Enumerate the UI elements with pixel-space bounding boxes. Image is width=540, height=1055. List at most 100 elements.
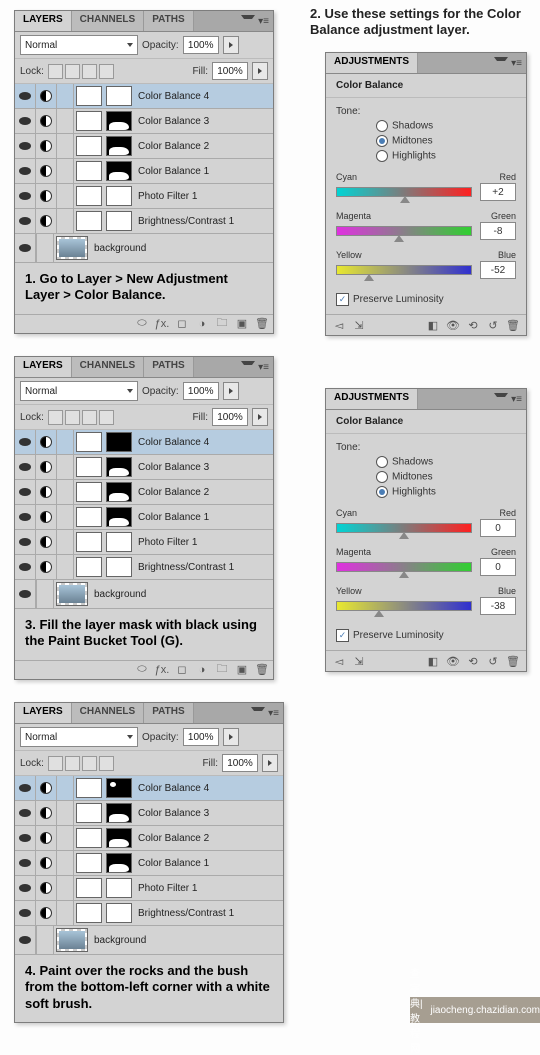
layer-row[interactable]: Color Balance 4: [15, 84, 273, 109]
cyan-red-slider[interactable]: [336, 187, 472, 197]
layer-row[interactable]: Color Balance 2: [15, 134, 273, 159]
opacity-flyout-button[interactable]: [223, 382, 239, 400]
delete-layer-icon[interactable]: 🗑: [255, 317, 269, 331]
visibility-icon[interactable]: [15, 901, 36, 925]
radio-shadows-label[interactable]: Shadows: [392, 457, 433, 468]
back-icon[interactable]: ◅: [332, 654, 346, 668]
layer-name[interactable]: Brightness/Contrast 1: [134, 562, 234, 573]
yellow-blue-value[interactable]: -38: [480, 597, 516, 615]
layer-name[interactable]: Color Balance 1: [134, 512, 209, 523]
visibility-icon[interactable]: [15, 134, 36, 158]
radio-highlights-label[interactable]: Highlights: [392, 151, 436, 162]
radio-shadows[interactable]: [376, 456, 388, 468]
layer-name[interactable]: Color Balance 2: [134, 487, 209, 498]
fill-input[interactable]: 100%: [212, 62, 248, 80]
adj-thumb[interactable]: [76, 211, 102, 231]
visibility-icon[interactable]: [15, 826, 36, 850]
link-layers-icon[interactable]: ⬭: [135, 317, 149, 331]
clip-icon[interactable]: ◧: [426, 654, 440, 668]
layer-row[interactable]: Color Balance 3: [15, 109, 273, 134]
mask-thumb[interactable]: [106, 186, 132, 206]
radio-midtones[interactable]: [376, 135, 388, 147]
reset-icon[interactable]: ↺: [486, 654, 500, 668]
layer-thumb[interactable]: [56, 928, 88, 952]
layer-mask-icon[interactable]: ◻: [175, 317, 189, 331]
tab-channels[interactable]: CHANNELS: [72, 703, 145, 723]
fill-input[interactable]: 100%: [222, 754, 258, 772]
slider-handle-icon[interactable]: [374, 610, 384, 617]
collapse-icon[interactable]: [494, 57, 508, 69]
magenta-green-value[interactable]: -8: [480, 222, 516, 240]
layer-name[interactable]: Color Balance 3: [134, 462, 209, 473]
layer-name[interactable]: background: [90, 935, 146, 946]
new-layer-icon[interactable]: ▣: [235, 317, 249, 331]
visibility-icon[interactable]: [15, 801, 36, 825]
layer-name[interactable]: Color Balance 3: [134, 808, 209, 819]
mask-thumb[interactable]: [106, 136, 132, 156]
radio-highlights-label[interactable]: Highlights: [392, 487, 436, 498]
adj-thumb[interactable]: [76, 111, 102, 131]
visibility-icon[interactable]: [15, 209, 36, 233]
adj-thumb[interactable]: [76, 803, 102, 823]
layer-name[interactable]: Color Balance 3: [134, 116, 209, 127]
lock-transparency-icon[interactable]: [48, 410, 63, 425]
layer-row[interactable]: Photo Filter 1: [15, 530, 273, 555]
layer-row[interactable]: Color Balance 2: [15, 480, 273, 505]
lock-pixels-icon[interactable]: [65, 756, 80, 771]
tab-adjustments[interactable]: ADJUSTMENTS: [326, 389, 418, 409]
previous-icon[interactable]: ⟲: [466, 318, 480, 332]
tab-paths[interactable]: PATHS: [144, 357, 193, 377]
tab-layers[interactable]: LAYERS: [15, 357, 72, 377]
view-icon[interactable]: 👁: [446, 318, 460, 332]
cyan-red-value[interactable]: 0: [480, 519, 516, 537]
layer-name[interactable]: background: [90, 243, 146, 254]
yellow-blue-value[interactable]: -52: [480, 261, 516, 279]
yellow-blue-slider[interactable]: [336, 265, 472, 275]
visibility-icon[interactable]: [15, 530, 36, 554]
visibility-icon[interactable]: [15, 455, 36, 479]
magenta-green-value[interactable]: 0: [480, 558, 516, 576]
layer-name[interactable]: Brightness/Contrast 1: [134, 908, 234, 919]
blend-mode-dropdown[interactable]: Normal: [20, 381, 138, 401]
view-icon[interactable]: 👁: [446, 654, 460, 668]
opacity-input[interactable]: 100%: [183, 382, 219, 400]
layer-name[interactable]: Color Balance 2: [134, 833, 209, 844]
visibility-icon[interactable]: [15, 876, 36, 900]
slider-handle-icon[interactable]: [399, 532, 409, 539]
visibility-icon[interactable]: [15, 555, 36, 579]
adj-thumb[interactable]: [76, 482, 102, 502]
mask-thumb[interactable]: [106, 557, 132, 577]
layer-thumb[interactable]: [56, 236, 88, 260]
visibility-icon[interactable]: [15, 159, 36, 183]
radio-shadows-label[interactable]: Shadows: [392, 121, 433, 132]
radio-shadows[interactable]: [376, 120, 388, 132]
preserve-luminosity-label[interactable]: Preserve Luminosity: [353, 294, 444, 305]
layer-name[interactable]: Color Balance 1: [134, 858, 209, 869]
mask-thumb[interactable]: [106, 532, 132, 552]
layer-mask-icon[interactable]: ◻: [175, 663, 189, 677]
lock-position-icon[interactable]: [82, 410, 97, 425]
layer-thumb[interactable]: [56, 582, 88, 606]
adj-thumb[interactable]: [76, 828, 102, 848]
new-adjustment-icon[interactable]: ◑: [195, 663, 209, 677]
visibility-icon[interactable]: [15, 184, 36, 208]
tab-paths[interactable]: PATHS: [144, 703, 193, 723]
layer-row[interactable]: Color Balance 1: [15, 159, 273, 184]
panel-menu-icon[interactable]: ▾≡: [258, 16, 269, 27]
lock-all-icon[interactable]: [99, 64, 114, 79]
radio-highlights[interactable]: [376, 150, 388, 162]
visibility-icon[interactable]: [15, 480, 36, 504]
fill-flyout-button[interactable]: [252, 408, 268, 426]
tab-layers[interactable]: LAYERS: [15, 11, 72, 31]
preserve-luminosity-label[interactable]: Preserve Luminosity: [353, 630, 444, 641]
magenta-green-slider[interactable]: [336, 562, 472, 572]
fill-flyout-button[interactable]: [252, 62, 268, 80]
layer-fx-icon[interactable]: ƒx.: [155, 663, 169, 677]
lock-transparency-icon[interactable]: [48, 64, 63, 79]
radio-midtones[interactable]: [376, 471, 388, 483]
mask-thumb[interactable]: [106, 853, 132, 873]
visibility-icon[interactable]: [15, 84, 36, 108]
visibility-icon[interactable]: [15, 109, 36, 133]
mask-thumb[interactable]: [106, 86, 132, 106]
blend-mode-dropdown[interactable]: Normal: [20, 35, 138, 55]
